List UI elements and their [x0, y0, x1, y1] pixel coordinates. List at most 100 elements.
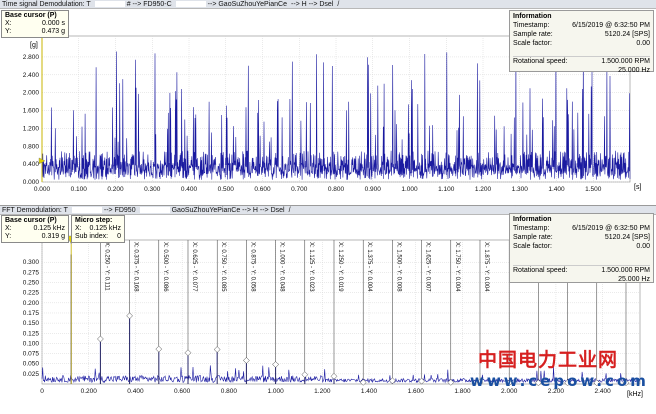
- y-tick-label: 0.275: [23, 269, 40, 276]
- cursor-title: Base cursor (P): [5, 12, 57, 19]
- x-tick-label: 0.400: [181, 186, 198, 193]
- y-tick-label: 2.800: [23, 54, 40, 61]
- cursor-y-label: Y:: [5, 28, 12, 35]
- cursor-y-value: 0.319 g: [41, 233, 65, 240]
- info-scale: 0.00: [636, 40, 650, 47]
- fft-x-unit: [kHz]: [627, 391, 643, 398]
- harmonic-label: X: 1.625 - Y: 0.007: [425, 242, 431, 292]
- x-tick-label: 0.600: [254, 186, 271, 193]
- x-tick-label: 1.000: [267, 388, 284, 395]
- cursor-title: Base cursor (P): [5, 217, 57, 224]
- cursor-x-label: X:: [5, 20, 12, 27]
- x-tick-label: 1.400: [361, 388, 378, 395]
- info-label: Timestamp:: [513, 225, 550, 232]
- cursor-y-value: 0.473 g: [41, 28, 65, 35]
- x-tick-label: 1.400: [548, 186, 565, 193]
- x-tick-label: 0.800: [221, 388, 238, 395]
- cursor-x-value: 0.000 s: [42, 20, 65, 27]
- x-tick-label: 0: [40, 388, 44, 395]
- info-label: Rotational speed:: [513, 267, 568, 274]
- info-title: Information: [513, 216, 552, 223]
- info-scale: 0.00: [636, 243, 650, 250]
- harmonic-label: X: 1.125 - Y: 0.023: [308, 242, 314, 292]
- x-tick-label: 0.700: [291, 186, 308, 193]
- micro-sub-label: Sub index:: [75, 233, 109, 240]
- info-label: Scale factor:: [513, 40, 552, 47]
- time-signal-panel: Time signal Demodulation: T # --> FD950-C…: [0, 0, 656, 205]
- y-tick-label: 0.050: [23, 361, 40, 368]
- x-tick-label: 1.800: [454, 388, 471, 395]
- y-tick-label: 0.150: [23, 320, 40, 327]
- x-tick-label: 0.800: [328, 186, 345, 193]
- y-tick-label: 0.025: [23, 371, 40, 378]
- harmonic-label: X: 1.250 - Y: 0.019: [337, 242, 343, 292]
- fft-information-box[interactable]: Information Timestamp: 6/15/2019 @ 6:32:5…: [509, 213, 654, 283]
- harmonic-label: X: 0.750 - Y: 0.085: [220, 242, 226, 292]
- x-tick-label: 1.500: [585, 186, 602, 193]
- cursor-y-label: Y:: [5, 233, 12, 240]
- y-tick-label: 1.200: [23, 125, 40, 132]
- y-tick-label: 0.000: [23, 179, 40, 186]
- fft-micro-step-box[interactable]: Micro step: X: 0.125 kHz Sub index: 0: [71, 215, 125, 243]
- info-label: Timestamp:: [513, 22, 550, 29]
- watermark-cn: 中国电力工业网: [478, 349, 619, 371]
- x-tick-label: 1.200: [475, 186, 492, 193]
- cursor-x-label: X:: [5, 225, 12, 232]
- watermark-url: www.cepow.com: [470, 372, 649, 390]
- fft-base-cursor-box[interactable]: Base cursor (P) X: 0.125 kHz Y: 0.319 g: [1, 215, 69, 243]
- x-tick-label: 0.000: [34, 186, 51, 193]
- x-tick-label: 0.200: [107, 186, 124, 193]
- x-tick-label: 0.600: [174, 388, 191, 395]
- y-tick-label: 0.125: [23, 330, 40, 337]
- x-tick-label: 0.100: [71, 186, 88, 193]
- y-tick-label: 2.400: [23, 72, 40, 79]
- x-tick-label: 1.600: [408, 388, 425, 395]
- info-label: Sample rate:: [513, 234, 553, 241]
- x-tick-label: 1.200: [314, 388, 331, 395]
- info-timestamp: 6/15/2019 @ 6:32:50 PM: [572, 225, 650, 232]
- x-tick-label: 0.900: [365, 186, 382, 193]
- time-x-unit: [s]: [634, 184, 642, 191]
- y-tick-label: 2.000: [23, 90, 40, 97]
- y-tick-label: 0.075: [23, 351, 40, 358]
- micro-title: Micro step:: [75, 217, 113, 224]
- micro-sub-value: 0: [117, 233, 121, 240]
- time-information-box[interactable]: Information Timestamp: 6/15/2019 @ 6:32:5…: [509, 10, 654, 74]
- harmonic-label: X: 0.875 - Y: 0.058: [249, 242, 255, 292]
- harmonic-label: X: 1.875 - Y: 0.004: [483, 242, 489, 292]
- y-tick-label: 0.200: [23, 300, 40, 307]
- harmonic-label: X: 0.250 - Y: 0.111: [103, 242, 109, 291]
- x-tick-label: 0.200: [81, 388, 98, 395]
- y-tick-label: 0.800: [23, 143, 40, 150]
- x-tick-label: 1.100: [438, 186, 455, 193]
- info-speed-hz: 25.000 Hz: [618, 276, 650, 283]
- time-base-cursor-box[interactable]: Base cursor (P) X: 0.000 s Y: 0.473 g: [1, 10, 69, 38]
- y-tick-label: 0.225: [23, 290, 40, 297]
- info-label: Sample rate:: [513, 31, 553, 38]
- info-title: Information: [513, 13, 552, 20]
- info-label: Scale factor:: [513, 243, 552, 250]
- harmonic-label: X: 1.500 - Y: 0.008: [395, 242, 401, 292]
- micro-x-label: X:: [75, 225, 82, 232]
- info-sample-rate: 5120.24 [SPS]: [604, 31, 650, 38]
- harmonic-label: X: 1.000 - Y: 0.048: [279, 242, 285, 292]
- info-label: Rotational speed:: [513, 58, 568, 65]
- info-speed-rpm: 1.500.000 RPM: [601, 58, 650, 65]
- info-timestamp: 6/15/2019 @ 6:32:50 PM: [572, 22, 650, 29]
- harmonic-label: X: 1.375 - Y: 0.004: [366, 242, 372, 292]
- info-speed-rpm: 1.500.000 RPM: [601, 267, 650, 274]
- time-y-unit: [g]: [30, 42, 38, 49]
- harmonic-label: X: 0.375 - Y: 0.168: [133, 242, 139, 292]
- x-tick-label: 1.000: [401, 186, 418, 193]
- info-sample-rate: 5120.24 [SPS]: [604, 234, 650, 241]
- y-tick-label: 0.175: [23, 310, 40, 317]
- y-tick-label: 0.250: [23, 280, 40, 287]
- y-tick-label: 0.300: [23, 259, 40, 266]
- y-tick-label: 0.400: [23, 161, 40, 168]
- x-tick-label: 0.500: [218, 186, 235, 193]
- harmonic-label: X: 0.500 - Y: 0.086: [162, 242, 168, 292]
- micro-x-value: 0.125 kHz: [89, 225, 121, 232]
- harmonic-label: X: 1.750 - Y: 0.004: [454, 242, 460, 292]
- x-tick-label: 1.300: [512, 186, 529, 193]
- harmonic-label: X: 0.625 - Y: 0.077: [191, 242, 197, 292]
